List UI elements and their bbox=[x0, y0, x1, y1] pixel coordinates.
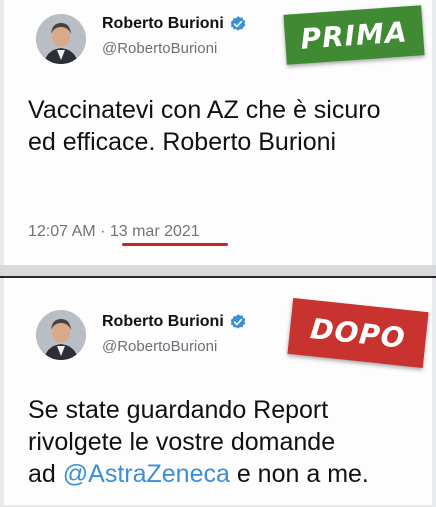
stamp-prima: PRIMA bbox=[283, 5, 425, 65]
tweet-timestamp: 12:07 AM · 13 mar 2021 bbox=[28, 223, 200, 241]
author-row: Roberto Burioni bbox=[102, 313, 247, 331]
verified-badge-icon bbox=[230, 314, 246, 329]
tweet-text-suffix: e non a me. bbox=[229, 460, 369, 488]
tweet-text: Vaccinatevi con AZ che è sicuro ed effic… bbox=[28, 96, 381, 156]
verified-badge-icon bbox=[230, 16, 246, 31]
author-row: Roberto Burioni bbox=[102, 15, 247, 33]
tweet-text-line: ad @AstraZeneca e non a me. bbox=[28, 458, 428, 490]
tweet-text-prefix: ad bbox=[28, 460, 63, 488]
avatar-image bbox=[36, 14, 86, 64]
author-handle[interactable]: @RobertoBurioni bbox=[102, 338, 217, 355]
author-handle[interactable]: @RobertoBurioni bbox=[102, 40, 217, 57]
avatar[interactable] bbox=[36, 310, 86, 360]
tweet-text: Se state guardando Report rivolgete le v… bbox=[28, 394, 428, 490]
author-name[interactable]: Roberto Burioni bbox=[102, 313, 224, 331]
tweet-time[interactable]: 12:07 AM bbox=[28, 223, 96, 240]
tweet-text-line: rivolgete le vostre domande bbox=[28, 428, 336, 456]
meta-separator: · bbox=[100, 223, 106, 240]
date-highlight-underline bbox=[122, 243, 228, 246]
tweet-date[interactable]: 13 mar 2021 bbox=[110, 223, 200, 240]
author-name[interactable]: Roberto Burioni bbox=[102, 15, 224, 33]
avatar-image bbox=[36, 310, 86, 360]
avatar[interactable] bbox=[36, 14, 86, 64]
mention-link[interactable]: @AstraZeneca bbox=[63, 460, 230, 488]
tweet-text-line: Se state guardando Report bbox=[28, 396, 329, 424]
